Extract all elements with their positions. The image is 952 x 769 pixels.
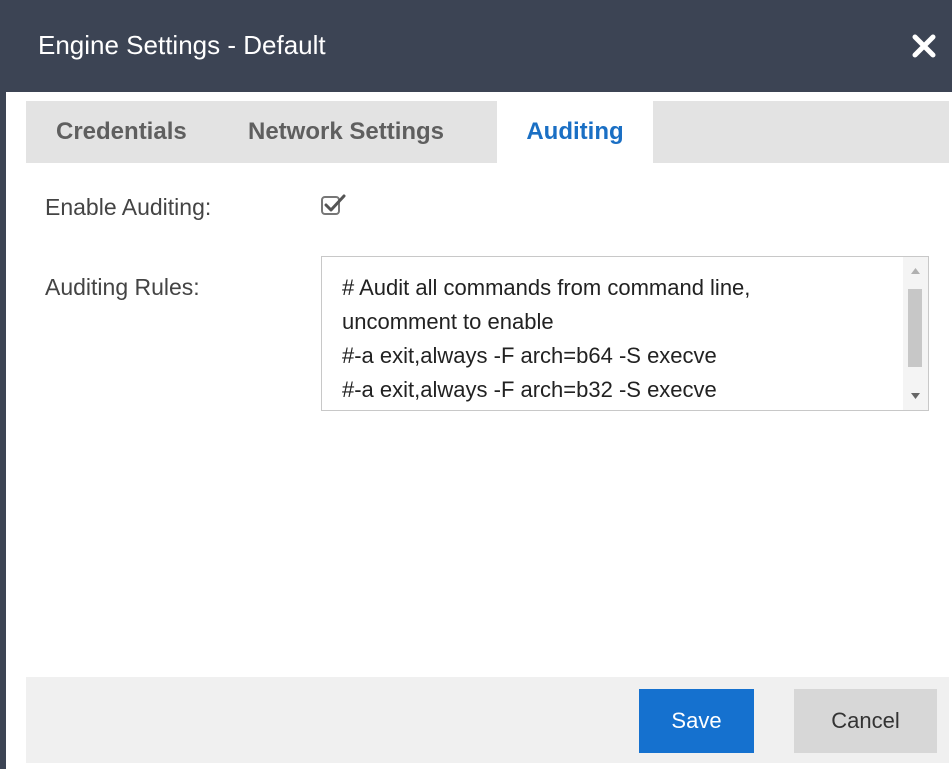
auditing-rules-label: Auditing Rules: [45,274,200,300]
dialog-titlebar: Engine Settings - Default [6,0,952,92]
scrollbar-thumb[interactable] [908,289,922,367]
tab-credentials[interactable]: Credentials [56,101,187,163]
auditing-rules-textarea[interactable]: # Audit all commands from command line, … [321,256,929,411]
close-icon[interactable] [910,32,938,60]
dialog-title: Engine Settings - Default [38,30,326,60]
enable-auditing-label: Enable Auditing: [45,194,212,220]
cancel-button[interactable]: Cancel [794,689,937,753]
scroll-down-icon[interactable] [903,384,928,408]
engine-settings-dialog: Engine Settings - Default Credentials Ne… [0,0,952,769]
auditing-rules-scrollbar[interactable] [903,257,928,410]
enable-auditing-checkbox[interactable] [320,192,346,218]
tab-network-settings[interactable]: Network Settings [248,101,444,163]
tab-auditing[interactable]: Auditing [497,101,653,163]
save-button[interactable]: Save [639,689,754,753]
dialog-left-border [0,0,6,769]
auditing-rules-text[interactable]: # Audit all commands from command line, … [342,271,902,407]
dialog-footer: Save Cancel [26,677,949,763]
tab-bar: Credentials Network Settings Auditing [26,101,949,163]
scroll-up-icon[interactable] [903,259,928,283]
